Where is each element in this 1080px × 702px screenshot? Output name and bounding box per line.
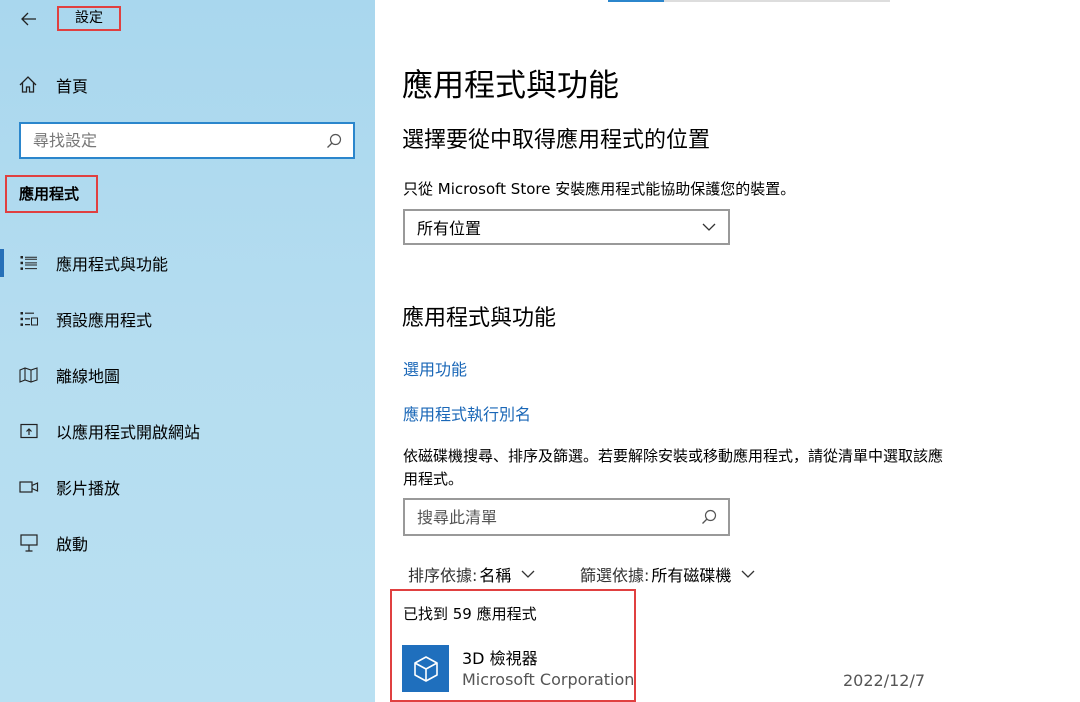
optional-features-link[interactable]: 選用功能 xyxy=(403,356,467,380)
filter-by-value: 所有磁碟機 xyxy=(651,566,732,585)
home-icon xyxy=(19,76,37,93)
sidebar-item-offline-maps[interactable]: 離線地圖 xyxy=(0,355,375,395)
choose-location-heading: 選擇要從中取得應用程式的位置 xyxy=(402,128,711,153)
sidebar-item-label: 以應用程式開啟網站 xyxy=(56,423,201,442)
video-playback-icon xyxy=(18,476,40,498)
default-apps-icon xyxy=(18,308,40,330)
app-list-search-input[interactable] xyxy=(405,507,696,527)
sidebar-item-default-apps[interactable]: 預設應用程式 xyxy=(0,299,375,339)
back-button[interactable] xyxy=(16,6,42,32)
apps-for-websites-icon xyxy=(18,420,40,442)
sidebar: 設定 首頁 應用程式 應用程式與功能 xyxy=(0,0,375,702)
page-title: 應用程式與功能 xyxy=(402,68,619,104)
apps-features-heading: 應用程式與功能 xyxy=(402,306,557,331)
main-content: 應用程式與功能 選擇要從中取得應用程式的位置 只從 Microsoft Stor… xyxy=(375,0,1080,702)
choose-location-description: 只從 Microsoft Store 安裝應用程式能協助保護您的裝置。 xyxy=(403,180,796,198)
sidebar-item-video-playback[interactable]: 影片播放 xyxy=(0,467,375,507)
section-title-apps: 應用程式 xyxy=(5,175,98,213)
install-location-dropdown[interactable]: 所有位置 xyxy=(403,209,730,245)
app-list-search-box[interactable] xyxy=(403,498,730,536)
sidebar-item-apps-for-websites[interactable]: 以應用程式開啟網站 xyxy=(0,411,375,451)
filter-by-key: 篩選依據: xyxy=(580,566,650,585)
back-arrow-icon xyxy=(21,12,36,26)
apps-features-icon xyxy=(18,252,40,274)
sidebar-item-startup[interactable]: 啟動 xyxy=(0,523,375,563)
app-publisher: Microsoft Corporation xyxy=(462,670,635,689)
sort-by-dropdown[interactable]: 排序依據: 名稱 xyxy=(408,562,535,586)
found-apps-count: 已找到 59 應用程式 xyxy=(403,605,537,623)
sidebar-item-label: 離線地圖 xyxy=(56,367,121,386)
filter-by-dropdown[interactable]: 篩選依據: 所有磁碟機 xyxy=(580,562,755,586)
search-sort-filter-description: 依磁碟機搜尋、排序及篩選。若要解除安裝或移動應用程式，請從清單中選取該應用程式。 xyxy=(403,447,944,488)
app-install-date: 2022/12/7 xyxy=(843,671,926,690)
sidebar-item-label: 應用程式與功能 xyxy=(56,255,169,274)
app-name[interactable]: 3D 檢視器 xyxy=(462,645,538,669)
sidebar-item-label: 預設應用程式 xyxy=(56,311,153,330)
offline-maps-icon xyxy=(18,364,40,386)
settings-search-box[interactable] xyxy=(19,122,355,159)
sidebar-item-apps-features[interactable]: 應用程式與功能 xyxy=(0,243,375,283)
sidebar-item-label: 影片播放 xyxy=(56,479,121,498)
sort-by-key: 排序依據: xyxy=(408,566,478,585)
app-title: 設定 xyxy=(57,6,121,31)
chevron-down-icon xyxy=(702,223,716,231)
sort-by-value: 名稱 xyxy=(479,566,512,585)
settings-search-input[interactable] xyxy=(21,131,321,150)
chevron-down-icon xyxy=(741,570,755,578)
app-execution-alias-link[interactable]: 應用程式執行別名 xyxy=(403,401,531,425)
top-progress-strip xyxy=(608,0,890,2)
search-icon[interactable] xyxy=(321,133,347,149)
sidebar-item-label: 啟動 xyxy=(56,535,89,554)
home-nav-item[interactable]: 首頁 xyxy=(18,70,88,100)
install-location-value: 所有位置 xyxy=(417,219,482,238)
chevron-down-icon xyxy=(521,570,535,578)
search-icon[interactable] xyxy=(696,509,722,525)
3d-viewer-icon[interactable] xyxy=(402,645,449,692)
home-label: 首頁 xyxy=(56,77,89,96)
startup-icon xyxy=(18,532,40,554)
